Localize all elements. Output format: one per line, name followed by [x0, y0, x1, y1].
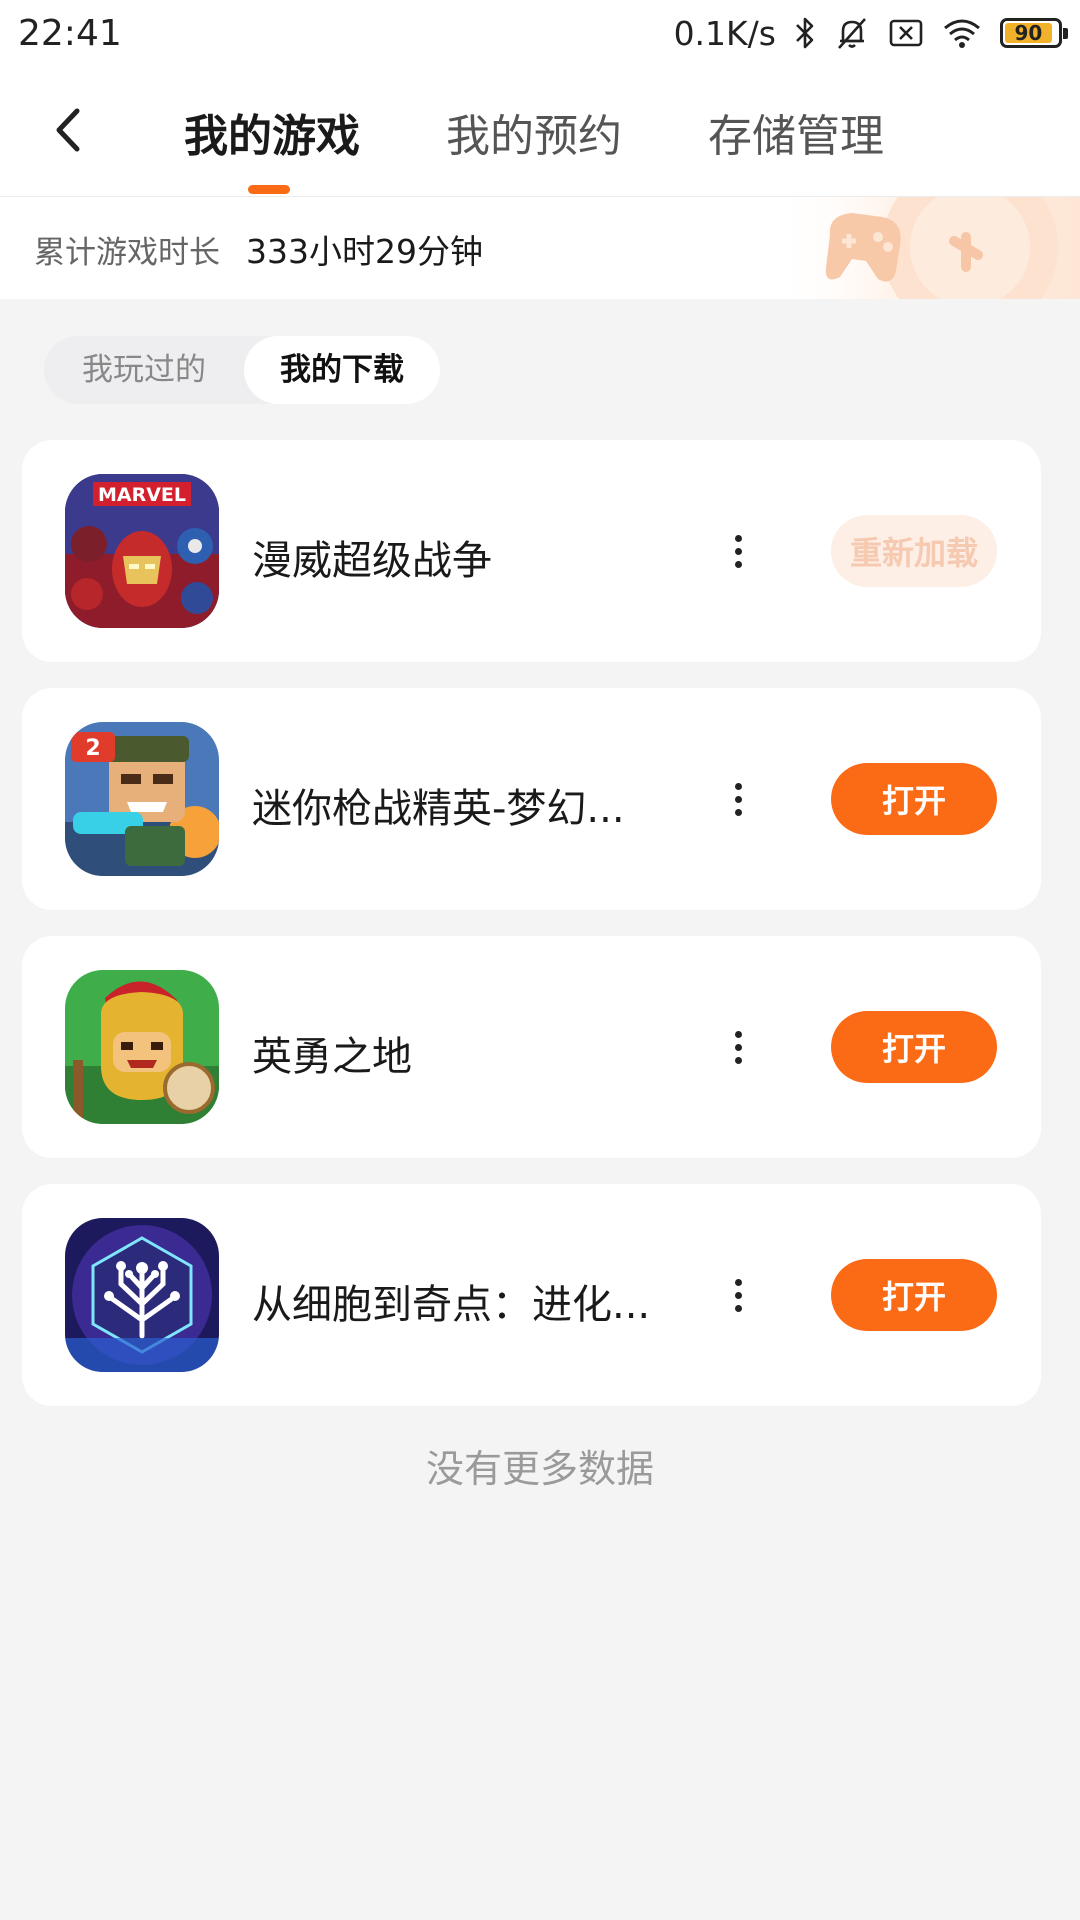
net-speed: 0.1K/s: [673, 13, 776, 53]
status-bar: 22:41 0.1K/s 90: [0, 0, 1080, 66]
battery-icon: 90: [1000, 18, 1068, 48]
reload-button[interactable]: 重新加载: [831, 515, 997, 587]
battery-level: 90: [1005, 21, 1052, 45]
status-time: 22:41: [18, 12, 122, 54]
open-button[interactable]: 打开: [831, 763, 997, 835]
svg-text:2: 2: [85, 736, 100, 761]
game-card[interactable]: 2 迷你枪战精英-梦幻... 打开: [22, 688, 1041, 910]
no-sim-icon: [888, 18, 924, 48]
more-options-button[interactable]: [718, 1019, 758, 1075]
game-card[interactable]: 从细胞到奇点：进化... 打开: [22, 1184, 1041, 1406]
marvel-super-war-icon: MARVEL: [65, 474, 219, 628]
playtime-value: 333小时29分钟: [246, 232, 483, 271]
app-screen: 22:41 0.1K/s 90 我的游戏 我的预约 存储管理 累计游戏时长 33…: [0, 0, 1080, 1920]
mini-gun-war-icon: 2: [65, 722, 219, 876]
wifi-icon: [942, 17, 982, 49]
segmented-control: 我玩过的 我的下载: [44, 336, 440, 404]
more-options-button[interactable]: [718, 771, 758, 827]
bluetooth-icon: [794, 16, 816, 50]
game-card[interactable]: MARVEL 漫威超级战争 重新加载: [22, 440, 1041, 662]
game-name: 英勇之地: [252, 1034, 412, 1080]
game-name: 迷你枪战精英-梦幻...: [252, 786, 625, 832]
gamepad-clock-decoration-icon: [770, 197, 1080, 299]
status-icons: 0.1K/s 90: [673, 13, 1068, 53]
tab-my-games[interactable]: 我的游戏: [184, 100, 360, 164]
brave-land-icon: [65, 970, 219, 1124]
tab-storage-management[interactable]: 存储管理: [708, 100, 884, 164]
playtime-banner: 累计游戏时长 333小时29分钟: [0, 197, 1080, 299]
back-arrow-icon: [56, 108, 80, 152]
active-tab-indicator: [248, 185, 290, 194]
mute-bell-icon: [834, 15, 870, 51]
game-name: 从细胞到奇点：进化...: [252, 1282, 651, 1328]
tab-my-reservations[interactable]: 我的预约: [446, 100, 622, 164]
segment-played[interactable]: 我玩过的: [44, 336, 244, 404]
more-options-button[interactable]: [718, 1267, 758, 1323]
svg-text:MARVEL: MARVEL: [98, 484, 186, 506]
game-card[interactable]: 英勇之地 打开: [22, 936, 1041, 1158]
header: 我的游戏 我的预约 存储管理: [0, 66, 1080, 196]
segment-my-downloads[interactable]: 我的下载: [244, 336, 440, 404]
playtime-label: 累计游戏时长: [34, 235, 220, 271]
cell-to-singularity-icon: [65, 1218, 219, 1372]
more-options-button[interactable]: [718, 523, 758, 579]
back-button[interactable]: [38, 98, 98, 162]
no-more-data-text: 没有更多数据: [425, 1447, 654, 1491]
open-button[interactable]: 打开: [831, 1259, 997, 1331]
open-button[interactable]: 打开: [831, 1011, 997, 1083]
game-name: 漫威超级战争: [252, 538, 492, 584]
